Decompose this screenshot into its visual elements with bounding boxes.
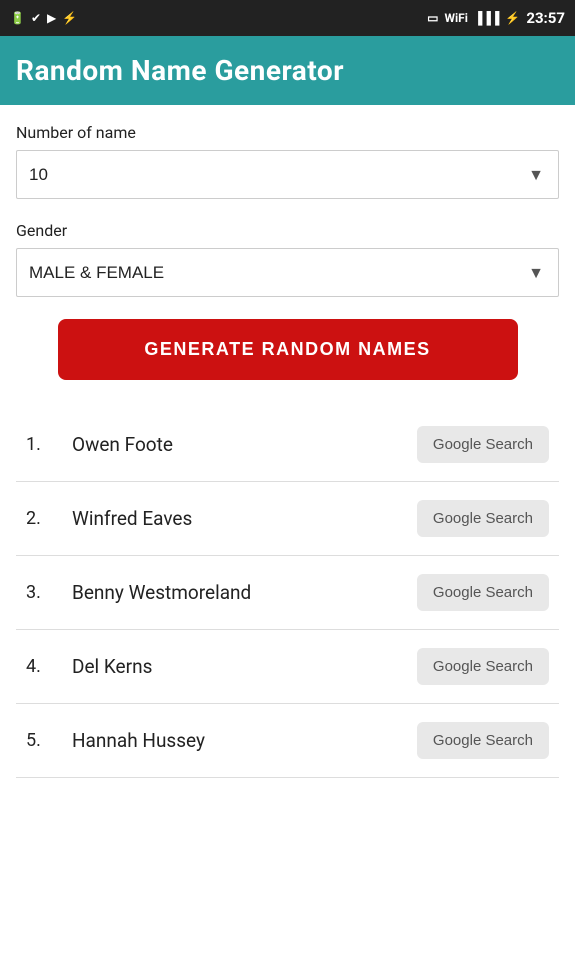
name-text: Del Kerns <box>72 655 417 678</box>
name-number: 5. <box>26 730 72 751</box>
google-search-button[interactable]: Google Search <box>417 648 549 685</box>
google-search-button[interactable]: Google Search <box>417 426 549 463</box>
sim-icon: ▭ <box>427 11 438 25</box>
google-search-button[interactable]: Google Search <box>417 500 549 537</box>
gender-select-wrapper[interactable]: MALE & FEMALE MALE FEMALE ▼ <box>16 248 559 297</box>
name-number: 3. <box>26 582 72 603</box>
status-icons-right: ▭ WiFi ▐▐▐ ⚡ 23:57 <box>427 9 565 27</box>
gender-select[interactable]: MALE & FEMALE MALE FEMALE <box>17 249 558 296</box>
name-number: 2. <box>26 508 72 529</box>
name-text: Benny Westmoreland <box>72 581 417 604</box>
name-text: Hannah Hussey <box>72 729 417 752</box>
generate-button[interactable]: GENERATE RANDOM NAMES <box>58 319 518 380</box>
google-search-button[interactable]: Google Search <box>417 722 549 759</box>
charging-battery-icon: ⚡ <box>505 11 520 25</box>
table-row: 3. Benny Westmoreland Google Search <box>16 556 559 630</box>
main-content: Number of name 10 1 2 3 4 5 15 20 ▼ Gend… <box>0 105 575 778</box>
name-list: 1. Owen Foote Google Search 2. Winfred E… <box>16 408 559 778</box>
signal-icon: ▐▐▐ <box>474 11 500 25</box>
table-row: 1. Owen Foote Google Search <box>16 408 559 482</box>
name-number: 1. <box>26 434 72 455</box>
app-header: Random Name Generator <box>0 36 575 105</box>
google-search-button[interactable]: Google Search <box>417 574 549 611</box>
number-label: Number of name <box>16 123 559 142</box>
status-bar: 🔋 ✔ ▶ ⚡ ▭ WiFi ▐▐▐ ⚡ 23:57 <box>0 0 575 36</box>
wifi-icon: WiFi <box>444 11 467 25</box>
viber-icon: ✔ <box>31 11 41 25</box>
name-number: 4. <box>26 656 72 677</box>
status-icons-left: 🔋 ✔ ▶ ⚡ <box>10 11 77 25</box>
number-select-wrapper[interactable]: 10 1 2 3 4 5 15 20 ▼ <box>16 150 559 199</box>
table-row: 2. Winfred Eaves Google Search <box>16 482 559 556</box>
name-text: Winfred Eaves <box>72 507 417 530</box>
gender-label: Gender <box>16 221 559 240</box>
name-text: Owen Foote <box>72 433 417 456</box>
app-title: Random Name Generator <box>16 54 559 87</box>
table-row: 5. Hannah Hussey Google Search <box>16 704 559 778</box>
battery-icon: 🔋 <box>10 11 25 25</box>
usb-icon: ⚡ <box>62 11 77 25</box>
play-icon: ▶ <box>47 11 56 25</box>
clock: 23:57 <box>526 9 565 27</box>
table-row: 4. Del Kerns Google Search <box>16 630 559 704</box>
number-select[interactable]: 10 1 2 3 4 5 15 20 <box>17 151 558 198</box>
